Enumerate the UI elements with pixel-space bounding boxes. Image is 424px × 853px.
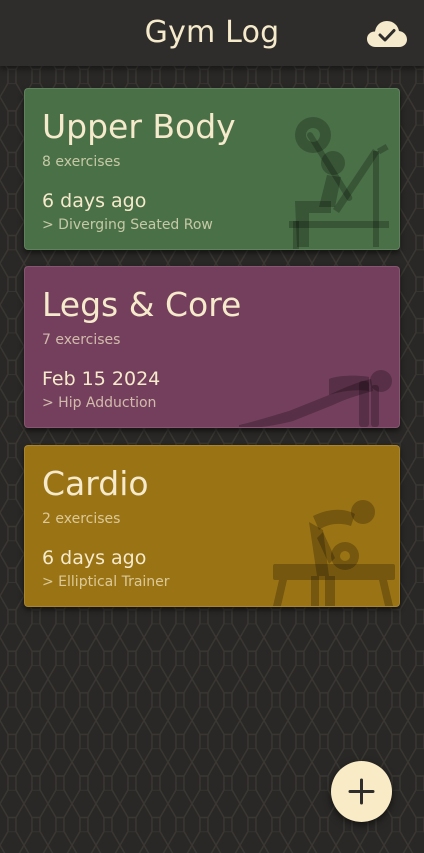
workout-name: Upper Body [42, 107, 236, 146]
last-done: Feb 15 2024 [42, 368, 161, 390]
last-done: 6 days ago [42, 547, 147, 569]
cloud-check-icon [367, 21, 407, 47]
app-title: Gym Log [144, 15, 280, 50]
last-done: 6 days ago [42, 190, 147, 212]
exercise-count: 2 exercises [42, 511, 121, 527]
plank-icon [239, 370, 392, 427]
gym-log-app: Gym Log Upper Body 8 exercises 6 days ag… [0, 0, 424, 853]
exercise-count: 7 exercises [42, 332, 121, 348]
last-exercise: > Hip Adduction [42, 395, 157, 411]
dumbbell-row-icon [273, 500, 395, 606]
workout-card-legs-core[interactable]: Legs & Core 7 exercises Feb 15 2024 > Hi… [24, 266, 400, 428]
workout-card-cardio[interactable]: Cardio 2 exercises 6 days ago > Elliptic… [24, 445, 400, 607]
workout-card-upper-body[interactable]: Upper Body 8 exercises 6 days ago > Dive… [24, 88, 400, 250]
exercise-count: 8 exercises [42, 154, 121, 170]
workout-name: Cardio [42, 464, 149, 503]
workout-name: Legs & Core [42, 285, 242, 324]
bench-press-icon [289, 117, 389, 249]
last-exercise: > Elliptical Trainer [42, 574, 170, 590]
cloud-sync-button[interactable] [366, 18, 408, 50]
last-exercise: > Diverging Seated Row [42, 217, 213, 233]
add-workout-button[interactable] [331, 761, 392, 822]
plus-icon [348, 778, 375, 805]
top-app-bar: Gym Log [0, 0, 424, 66]
